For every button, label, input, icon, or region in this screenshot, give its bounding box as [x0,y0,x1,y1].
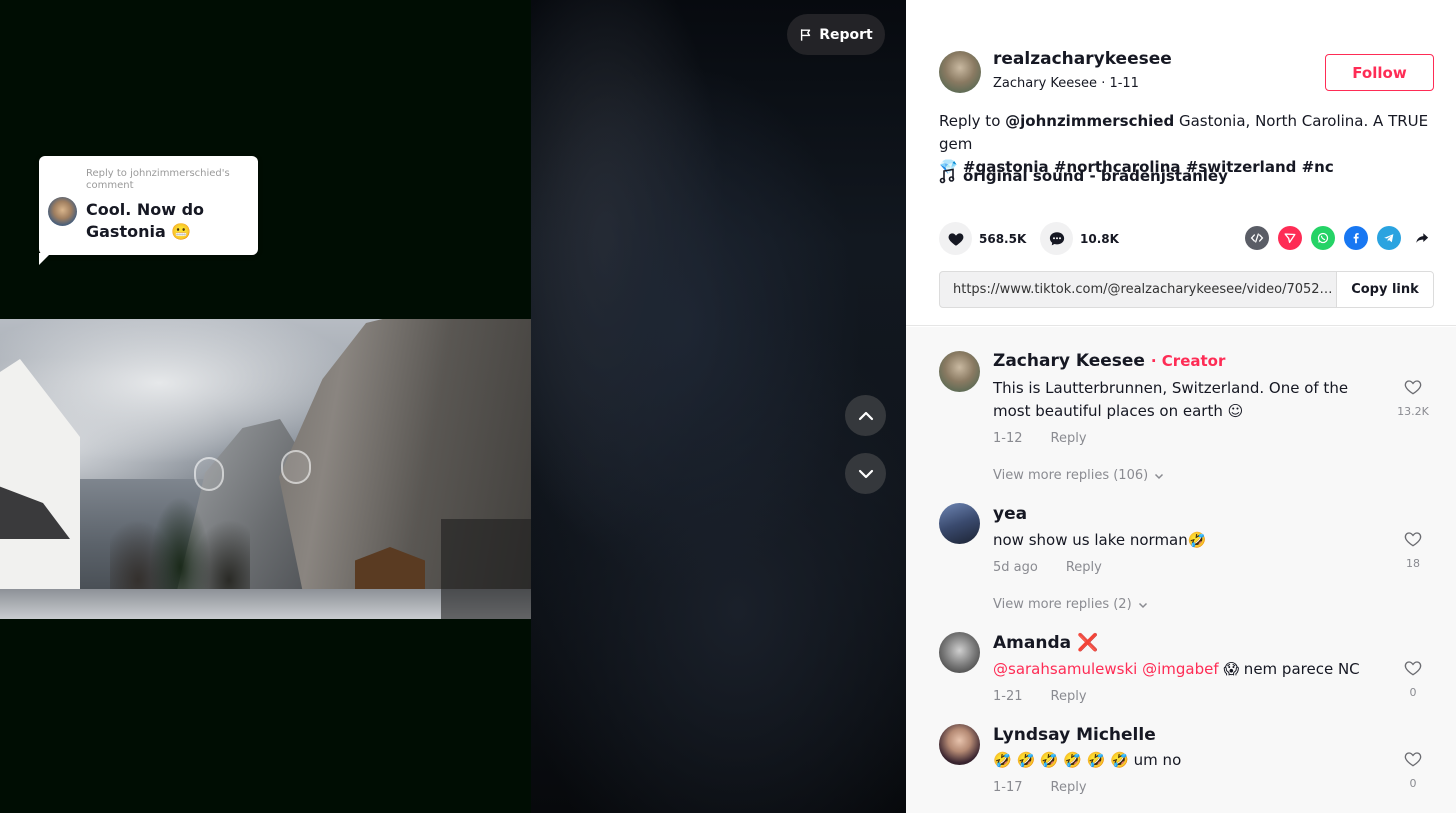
flag-icon [801,28,811,41]
reply-button[interactable]: Reply [1051,431,1087,446]
comment-like-button[interactable]: 13.2K [1396,377,1430,419]
comment-meta: 1-12 Reply [993,431,1087,446]
commenter-avatar[interactable] [939,351,980,392]
sound-name: original sound - bradenjstanley [963,167,1228,185]
heart-icon [948,232,963,246]
comment-meta: 1-17 Reply [993,780,1087,795]
music-note-icon [939,168,955,184]
side-panel: realzacharykeesee Zachary Keesee · 1-11 … [906,0,1456,813]
next-video-button[interactable] [845,453,886,494]
engagement-row: 568.5K 10.8K [939,222,1434,256]
chevron-down-icon [1138,602,1147,608]
creator-badge: · Creator [1150,352,1226,370]
chevron-down-icon [1155,473,1164,479]
comment-like-count: 13.2K [1397,405,1429,418]
commenter-avatar[interactable] [939,724,980,765]
author-username[interactable]: realzacharykeesee [993,49,1172,69]
post-header: realzacharykeesee Zachary Keesee · 1-11 … [906,0,1456,326]
comment-button[interactable]: 10.8K [1040,222,1119,255]
reply-button[interactable]: Reply [1051,689,1087,704]
share-icons [1245,226,1434,250]
comment-count: 10.8K [1080,231,1119,246]
heart-outline-icon [1404,661,1422,676]
view-more-replies[interactable]: View more replies (2) [993,597,1149,612]
follow-button[interactable]: Follow [1325,54,1434,91]
send-icon[interactable] [1278,226,1302,250]
comment-like-button[interactable]: 18 [1396,529,1430,571]
reply-button[interactable]: Reply [1066,560,1102,575]
heart-outline-icon [1404,380,1422,395]
chevron-down-icon [858,469,873,478]
video-player[interactable]: Reply to johnzimmerschied's comment Cool… [0,0,906,813]
comment-like-count: 18 [1406,557,1420,570]
comment-date: 1-21 [993,689,1023,704]
comment-text: This is Lautterbrunnen, Switzerland. One… [993,379,1349,420]
location-pin-icon [281,450,311,484]
comment-text: now show us lake norman🤣 [993,531,1207,549]
comment-date: 1-12 [993,431,1023,446]
whatsapp-icon[interactable] [1311,226,1335,250]
facebook-icon[interactable] [1344,226,1368,250]
video-link-url[interactable]: https://www.tiktok.com/@realzacharykeese… [953,282,1338,297]
reply-card-caption: Reply to johnzimmerschied's comment [86,168,230,191]
commenter-avatar[interactable] [939,503,980,544]
sound-link[interactable]: original sound - bradenjstanley [939,167,1228,185]
location-pin-icon [194,457,224,491]
chevron-up-icon [858,411,873,420]
previous-video-button[interactable] [845,395,886,436]
embed-icon[interactable] [1245,226,1269,250]
report-label: Report [819,26,873,43]
commenter-avatar[interactable] [939,632,980,673]
telegram-icon[interactable] [1377,226,1401,250]
comment-like-count: 0 [1409,777,1417,790]
comment-text: @sarahsamulewski @imgabef 😱 nem parece N… [993,660,1360,678]
caption-mention[interactable]: @johnzimmerschied [1005,112,1174,130]
commenter-name[interactable]: Amanda ❌ [993,633,1098,653]
comment-like-count: 0 [1409,686,1417,699]
comment-date: 1-17 [993,780,1023,795]
heart-outline-icon [1404,532,1422,547]
comments-list[interactable]: Zachary Keesee · Creator This is Lautter… [906,327,1456,813]
comment-like-button[interactable]: 0 [1396,658,1430,700]
comment-meta: 1-21 Reply [993,689,1087,704]
comment-date: 5d ago [993,560,1038,575]
post-date: 1-11 [1109,76,1139,91]
commenter-name[interactable]: Zachary Keesee · Creator [993,351,1225,371]
like-count: 568.5K [979,231,1027,246]
author-avatar[interactable] [939,51,981,93]
like-button[interactable]: 568.5K [939,222,1026,255]
report-button[interactable]: Report [787,14,885,55]
comment-mentions[interactable]: @sarahsamulewski @imgabef [993,660,1219,678]
comment-like-button[interactable]: 0 [1396,749,1430,791]
reply-button[interactable]: Reply [1051,780,1087,795]
view-more-replies[interactable]: View more replies (106) [993,468,1165,483]
reply-card-avatar [48,197,77,226]
heart-outline-icon [1404,752,1422,767]
commenter-name[interactable]: Lyndsay Michelle [993,725,1156,745]
author-display-name: Zachary Keesee [993,76,1098,91]
comment-icon [1049,231,1064,245]
author-subtitle: Zachary Keesee · 1-11 [993,76,1139,91]
reply-card-text: Cool. Now do Gastonia 😬 [86,200,205,241]
comment-meta: 5d ago Reply [993,560,1102,575]
copy-link-button[interactable]: Copy link [1336,272,1433,307]
share-arrow-icon[interactable] [1410,226,1434,250]
video-frame[interactable] [0,319,531,619]
reply-comment-card: Reply to johnzimmerschied's comment Cool… [39,156,258,265]
commenter-name[interactable]: yea [993,504,1027,524]
video-link-box: https://www.tiktok.com/@realzacharykeese… [939,271,1434,308]
comment-text: 🤣 🤣 🤣 🤣 🤣 🤣 um no [993,751,1182,769]
